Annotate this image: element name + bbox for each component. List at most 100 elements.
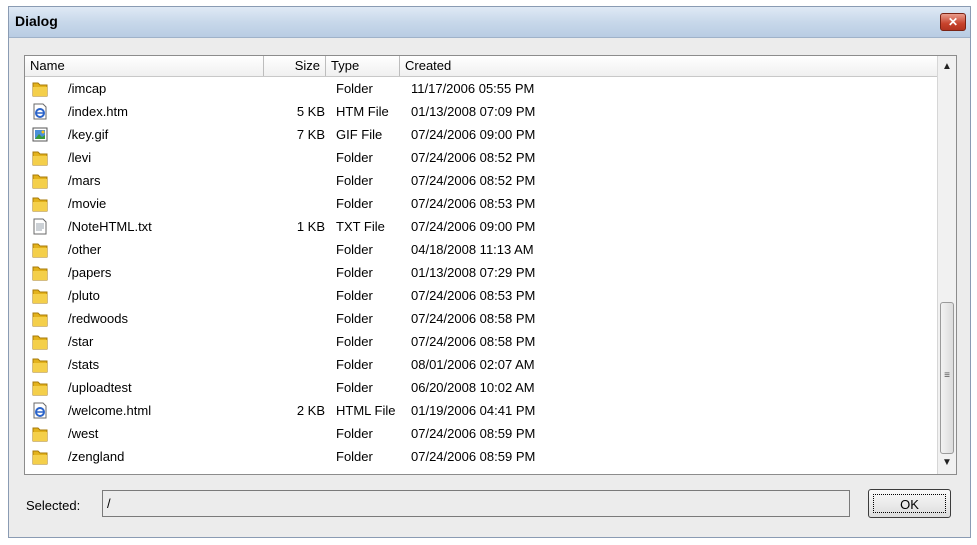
file-size [275, 192, 325, 215]
file-created: 07/24/2006 08:53 PM [411, 196, 536, 211]
file-name: /NoteHTML.txt [68, 219, 152, 234]
file-row[interactable]: /papers Folder 01/13/2008 07:29 PM [25, 261, 938, 284]
file-name: /movie [68, 196, 107, 211]
file-rows: /imcap Folder 11/17/2006 05:55 PM/index.ht… [25, 77, 938, 468]
file-size: 1 KB [296, 219, 325, 234]
ie-document-icon [32, 103, 48, 120]
file-type: GIF File [336, 127, 383, 142]
folder-icon [32, 333, 48, 350]
ie-document-icon [32, 402, 48, 419]
file-type: Folder [336, 173, 373, 188]
folder-icon [32, 310, 48, 327]
file-created: 01/13/2008 07:09 PM [411, 104, 536, 119]
file-row[interactable]: /uploadtest Folder 06/20/2008 10:02 AM [25, 376, 938, 399]
folder-icon [32, 287, 48, 304]
text-file-icon [32, 218, 48, 235]
file-type: TXT File [336, 219, 385, 234]
file-row[interactable]: /pluto Folder 07/24/2006 08:53 PM [25, 284, 938, 307]
vertical-scrollbar[interactable]: ▲ ≡ ▼ [937, 56, 956, 474]
list-header: Name Size Type Created [25, 56, 938, 77]
file-name: /key.gif [68, 127, 109, 142]
file-created: 11/17/2006 05:55 PM [411, 81, 535, 96]
file-name: /index.htm [68, 104, 128, 119]
selected-path-input[interactable] [102, 490, 850, 517]
file-size [275, 169, 325, 192]
file-name: /uploadtest [68, 380, 132, 395]
file-created: 07/24/2006 08:52 PM [411, 150, 536, 165]
title-bar[interactable]: Dialog ✕ [9, 7, 970, 38]
file-row[interactable]: /levi Folder 07/24/2006 08:52 PM [25, 146, 938, 169]
ok-button[interactable]: OK [868, 489, 951, 518]
scroll-up-icon[interactable]: ▲ [938, 58, 956, 76]
column-header-created[interactable]: Created [400, 56, 938, 76]
file-size [275, 261, 325, 284]
folder-icon [32, 80, 48, 97]
file-row[interactable]: /key.gif 7 KB GIF File 07/24/2006 09:00 PM [25, 123, 938, 146]
file-type: Folder [336, 242, 373, 257]
file-type: HTM File [336, 104, 389, 119]
file-name: /levi [68, 150, 92, 165]
column-header-name[interactable]: Name [25, 56, 264, 76]
file-created: 07/24/2006 08:52 PM [411, 173, 536, 188]
file-created: 07/24/2006 09:00 PM [411, 219, 536, 234]
file-created: 07/24/2006 09:00 PM [411, 127, 536, 142]
file-created: 07/24/2006 08:59 PM [411, 449, 536, 464]
file-name: /redwoods [68, 311, 128, 326]
file-row[interactable]: /imcap Folder 11/17/2006 05:55 PM [25, 77, 938, 100]
file-row[interactable]: /star Folder 07/24/2006 08:58 PM [25, 330, 938, 353]
file-list[interactable]: Name Size Type Created /imcap Folder 11/17… [24, 55, 957, 475]
file-name: /mars [68, 173, 101, 188]
file-row[interactable]: /zengland Folder 07/24/2006 08:59 PM [25, 445, 938, 468]
file-size [275, 77, 325, 100]
file-name: /imcap [68, 81, 107, 96]
file-created: 07/24/2006 08:58 PM [411, 311, 536, 326]
file-type: Folder [336, 288, 373, 303]
file-created: 04/18/2008 11:13 AM [411, 242, 534, 257]
file-row[interactable]: /welcome.html 2 KB HTML File 01/19/2006 04:… [25, 399, 938, 422]
file-row[interactable]: /west Folder 07/24/2006 08:59 PM [25, 422, 938, 445]
file-name: /papers [68, 265, 112, 280]
column-header-type[interactable]: Type [326, 56, 400, 76]
file-row[interactable]: /NoteHTML.txt 1 KB TXT File 07/24/2006 09:0… [25, 215, 938, 238]
file-size [275, 307, 325, 330]
file-created: 07/24/2006 08:59 PM [411, 426, 536, 441]
folder-icon [32, 264, 48, 281]
scrollbar-thumb[interactable]: ≡ [940, 302, 954, 454]
file-size: 5 KB [296, 104, 325, 119]
file-size [275, 422, 325, 445]
file-type: Folder [336, 81, 373, 96]
file-size [275, 238, 325, 261]
file-row[interactable]: /mars Folder 07/24/2006 08:52 PM [25, 169, 938, 192]
file-type: Folder [336, 334, 373, 349]
file-size [275, 353, 325, 376]
file-size [275, 284, 325, 307]
file-row[interactable]: /redwoods Folder 07/24/2006 08:58 PM [25, 307, 938, 330]
file-size [275, 146, 325, 169]
ok-button-label: OK [873, 494, 946, 513]
file-size: 7 KB [296, 127, 325, 142]
image-file-icon [32, 126, 48, 143]
file-name: /west [68, 426, 99, 441]
folder-icon [32, 448, 48, 465]
file-type: Folder [336, 150, 373, 165]
folder-icon [32, 379, 48, 396]
file-type: HTML File [336, 403, 396, 418]
grip-icon: ≡ [944, 370, 950, 381]
file-type: Folder [336, 357, 373, 372]
scroll-down-icon[interactable]: ▼ [938, 454, 956, 472]
file-created: 01/19/2006 04:41 PM [411, 403, 536, 418]
folder-icon [32, 241, 48, 258]
folder-icon [32, 195, 48, 212]
dialog-title: Dialog [15, 13, 58, 29]
close-button[interactable]: ✕ [940, 13, 966, 31]
file-row[interactable]: /other Folder 04/18/2008 11:13 AM [25, 238, 938, 261]
file-row[interactable]: /movie Folder 07/24/2006 08:53 PM [25, 192, 938, 215]
file-row[interactable]: /index.htm 5 KB HTM File 01/13/2008 07:09 P… [25, 100, 938, 123]
file-type: Folder [336, 311, 373, 326]
file-size [275, 376, 325, 399]
file-row[interactable]: /stats Folder 08/01/2006 02:07 AM [25, 353, 938, 376]
file-size: 2 KB [296, 403, 325, 418]
file-name: /star [68, 334, 94, 349]
column-header-size[interactable]: Size [264, 56, 326, 76]
file-type: Folder [336, 380, 373, 395]
